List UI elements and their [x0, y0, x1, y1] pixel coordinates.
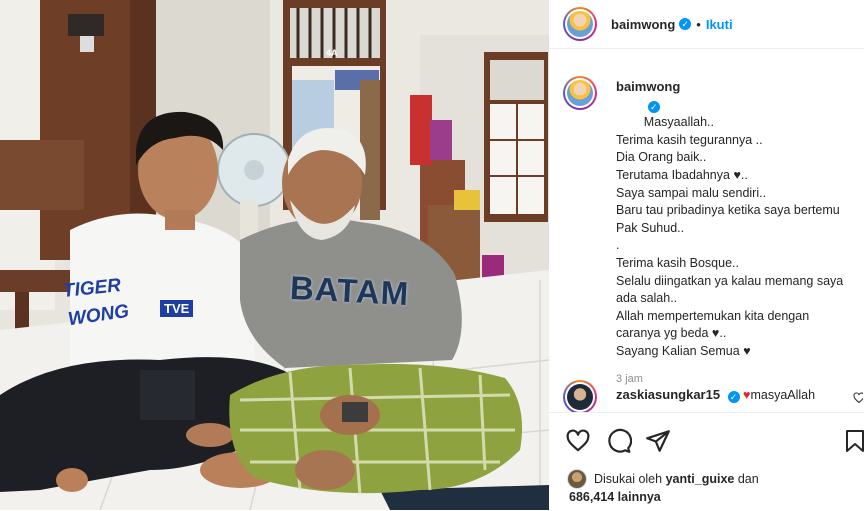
author-username[interactable]: baimwong — [611, 17, 675, 32]
post-actions: Disukai oleh yanti_guixe dan 686,414 lai… — [549, 412, 864, 511]
likes-count: 686,414 — [569, 490, 615, 504]
caption-line: Terima kasih tegurannya .. — [616, 132, 763, 147]
caption-line: Allah mempertemukan kita dengan — [616, 308, 810, 323]
post-photo[interactable]: TIGER WONG TVE BATAM 4A — [0, 0, 549, 510]
commenter-avatar[interactable] — [563, 380, 597, 412]
avatar-image — [567, 11, 593, 37]
black-heart-icon: ♥ — [733, 167, 741, 182]
comment-text: masyaAllah — [750, 388, 816, 402]
verified-badge-icon: ✓ — [679, 18, 692, 30]
caption-line: caranya yg beda — [616, 326, 709, 341]
avatar-image — [568, 470, 586, 488]
avatar-image — [567, 80, 593, 106]
door-number: 4A — [326, 48, 338, 58]
verified-badge-icon: ✓ — [647, 100, 660, 113]
likes-count-link[interactable]: 686,414 lainnya — [569, 489, 661, 506]
heart-icon[interactable] — [565, 428, 591, 454]
comment-icon[interactable] — [606, 428, 632, 454]
post-image — [0, 0, 549, 510]
caption-line: Pak Suhud.. — [616, 220, 685, 235]
verified-badge-icon: ✓ — [727, 391, 740, 403]
caption-line: Saya sampai malu sendiri.. — [616, 185, 767, 200]
caption-line: Terima kasih Bosque.. — [616, 255, 739, 270]
caption-avatar[interactable] — [563, 76, 597, 110]
caption-suffix: .. — [740, 167, 748, 182]
liker-avatar[interactable] — [567, 469, 587, 489]
shirt-print-right: BATAM — [289, 268, 411, 313]
caption-line: . — [616, 238, 620, 253]
caption-line: Sayang Kalian Semua — [616, 343, 740, 358]
caption-text: baimwong ✓ Masyaallah.. Terima kasih teg… — [616, 78, 843, 385]
caption-line: Baru tau pribadinya ketika saya bertemu — [616, 203, 840, 218]
post-header: baimwong ✓ • Ikuti — [549, 0, 864, 49]
bookmark-icon[interactable] — [843, 428, 864, 454]
caption-username[interactable]: baimwong — [616, 79, 680, 94]
author-avatar[interactable] — [563, 7, 597, 41]
post-details-panel: baimwong ✓ • Ikuti baimwong ✓ Masyaallah… — [549, 0, 864, 510]
avatar-image — [567, 384, 593, 410]
caption-line: ada salah.. — [616, 291, 678, 306]
comment-row: zaskiasungkar15 ✓ ♥masyaAllah — [563, 378, 863, 412]
paper-plane-icon[interactable] — [645, 428, 671, 454]
likes-others: lainnya — [617, 490, 661, 504]
likes-and: dan — [737, 472, 759, 486]
comment-like-heart-icon[interactable] — [853, 392, 863, 404]
caption-line: Masyaallah.. — [643, 115, 714, 130]
caption-line: Selalu diingatkan ya kalau memang saya — [616, 273, 844, 288]
follow-button[interactable]: Ikuti — [706, 17, 733, 32]
caption-suffix: .. — [719, 326, 727, 341]
likes-prefix: Disukai oleh — [594, 472, 663, 486]
shirt-print-badge: TVE — [160, 300, 194, 317]
commenter-username[interactable]: zaskiasungkar15 — [616, 387, 720, 402]
caption-line: Dia Orang baik.. — [616, 150, 707, 165]
liker-username[interactable]: yanti_guixe — [666, 472, 735, 486]
separator-dot: • — [696, 16, 701, 32]
caption-line: Terutama Ibadahnya — [616, 167, 730, 182]
black-heart-icon: ♥ — [743, 343, 751, 358]
